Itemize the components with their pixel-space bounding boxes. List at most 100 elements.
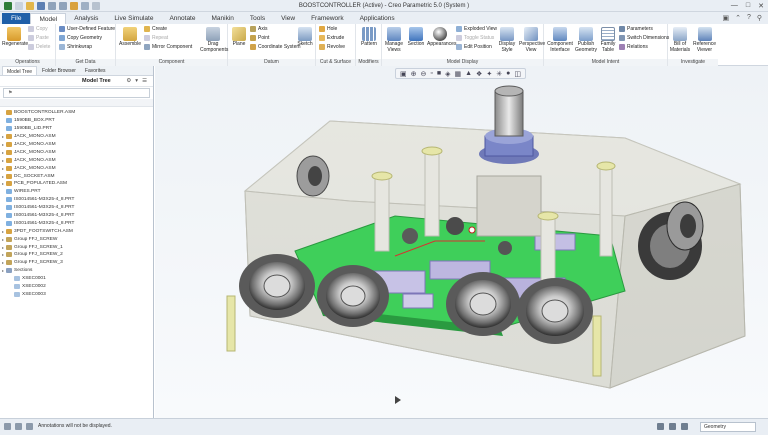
tree-item[interactable]: ▸ JACK_MONO.ASM — [0, 141, 153, 149]
component-interface-button[interactable]: Component Interface — [546, 27, 574, 53]
pattern-button[interactable]: Pattern — [358, 27, 380, 48]
selection-filter[interactable]: Geometry — [700, 422, 756, 432]
delete-button[interactable]: Delete — [28, 43, 50, 51]
tab-live-simulate[interactable]: Live Simulate — [106, 13, 161, 24]
group-label[interactable]: Modifiers — [356, 59, 381, 66]
tab-model[interactable]: Model — [30, 13, 67, 24]
tree-item[interactable]: IS0014561-M3X25-4_8.PRT — [0, 219, 153, 227]
bom-button[interactable]: Bill of Materials — [669, 27, 691, 53]
tree-item[interactable]: ▸ DC_SOCKET.ASM — [0, 172, 153, 180]
minimize-button[interactable]: — — [731, 2, 738, 10]
group-label[interactable]: Get Data — [56, 59, 115, 66]
tree-item[interactable]: IS0014561-M3X25-4_8.PRT — [0, 196, 153, 204]
tree-item[interactable]: XSEC0002 — [0, 283, 153, 291]
collapse-ribbon-icon[interactable]: ⌃ — [735, 14, 741, 22]
tree-item[interactable]: 1590BB_LID.PRT — [0, 125, 153, 133]
search-icon[interactable]: ⚲ — [757, 14, 762, 22]
appearances-button[interactable]: Appearances — [427, 27, 456, 48]
tree-item[interactable]: ▸ Group FFJ_SCREW_1 — [0, 243, 153, 251]
tab-file[interactable]: File — [2, 13, 31, 24]
group-label[interactable]: Model Intent — [544, 59, 667, 66]
parameters-button[interactable]: Parameters — [619, 25, 653, 33]
regenerate-button[interactable]: Regenerate — [2, 27, 28, 48]
tree-settings-icon[interactable]: ⚙ — [126, 78, 131, 84]
plane-button[interactable]: Plane — [230, 27, 248, 48]
view-toggle-icon[interactable]: ▣ — [722, 14, 729, 22]
tree-item[interactable]: ▸ JACK_MONO.ASM — [0, 133, 153, 141]
group-label[interactable]: Model Display — [382, 59, 543, 66]
close-button[interactable]: ✕ — [758, 2, 764, 10]
tree-item[interactable]: 1590BB_BOX.PRT — [0, 117, 153, 125]
tab-manikin[interactable]: Manikin — [203, 13, 241, 24]
perspective-view-button[interactable]: Perspective View — [519, 27, 545, 53]
tree-filter-icon[interactable]: ▾ — [135, 78, 138, 84]
tree-item[interactable]: ▸ JACK_MONO.ASM — [0, 164, 153, 172]
tree-item[interactable]: ▸ JACK_MONO.ASM — [0, 148, 153, 156]
tab-tools[interactable]: Tools — [242, 13, 273, 24]
assembly-model[interactable] — [155, 66, 768, 418]
group-label[interactable]: Cut & Surface — [316, 59, 355, 66]
tree-columns-icon[interactable]: ☰ — [142, 78, 147, 84]
family-table-button[interactable]: Family Table — [598, 27, 618, 53]
relations-button[interactable]: Relations — [619, 43, 648, 51]
tree-item[interactable]: ▸ Sections — [0, 267, 153, 275]
group-label[interactable]: Investigate — [668, 59, 718, 66]
udf-button[interactable]: User-Defined Feature — [59, 25, 115, 33]
tree-item[interactable]: WIRES.PRT — [0, 188, 153, 196]
tab-view[interactable]: View — [273, 13, 303, 24]
display-style-button[interactable]: Display Style — [496, 27, 518, 53]
paste-button[interactable]: Paste — [28, 34, 49, 42]
tree-root[interactable]: BOOSTCONTROLLER.ASM — [0, 109, 153, 117]
extrude-button[interactable]: Extrude — [319, 34, 344, 42]
regen-status-icon[interactable] — [669, 423, 676, 430]
hole-button[interactable]: Hole — [319, 25, 337, 33]
tab-model-tree[interactable]: Model Tree — [2, 66, 38, 75]
tab-folder-browser[interactable]: Folder Browser — [38, 66, 80, 75]
tree-item[interactable]: IS0014561-M3X25-4_8.PRT — [0, 212, 153, 220]
edit-position-button[interactable]: Edit Position — [456, 43, 492, 51]
tree-item[interactable]: ▸ Group FFJ_SCREW_3 — [0, 259, 153, 267]
tree-item[interactable]: ▸ PCB_POPULATED.ASM — [0, 180, 153, 188]
tree-item[interactable]: ▸ Group FFJ_SCREW — [0, 235, 153, 243]
selection-icon[interactable] — [681, 423, 688, 430]
shrinkwrap-button[interactable]: Shrinkwrap — [59, 43, 92, 51]
copy-button[interactable]: Copy — [28, 25, 48, 33]
point-button[interactable]: Point — [250, 34, 269, 42]
exploded-view-button[interactable]: Exploded View — [456, 25, 497, 33]
find-icon[interactable] — [657, 423, 664, 430]
graphics-window[interactable]: ▣ ⊕ ⊖ ▫ ■ ◈ ▦ ▲ ❖ ✦ ✳ ● ◫ — [155, 66, 768, 418]
toggle-navigator-icon[interactable] — [4, 423, 11, 430]
manage-views-button[interactable]: Manage Views — [384, 27, 404, 53]
csys-button[interactable]: Coordinate System — [250, 43, 301, 51]
tree-item[interactable]: ▸ 3PDT_FOOTSWITCH.ASM — [0, 227, 153, 235]
tree-item[interactable]: XSEC0003 — [0, 290, 153, 298]
toggle-status-button[interactable]: Toggle Status — [456, 34, 494, 42]
switch-dimensions-button[interactable]: Switch Dimensions — [619, 34, 669, 42]
tab-annotate[interactable]: Annotate — [161, 13, 203, 24]
help-icon[interactable]: ? — [747, 14, 751, 22]
reference-viewer-button[interactable]: Reference Viewer — [692, 27, 717, 53]
tree-item[interactable]: ▸ JACK_MONO.ASM — [0, 156, 153, 164]
drag-components-button[interactable]: Drag Components — [200, 27, 228, 53]
toggle-browser-icon[interactable] — [15, 423, 22, 430]
create-button[interactable]: Create — [144, 25, 167, 33]
tab-framework[interactable]: Framework — [303, 13, 352, 24]
mirror-component-button[interactable]: Mirror Component — [144, 43, 192, 51]
group-label[interactable]: Operations — [0, 59, 55, 66]
repeat-button[interactable]: Repeat — [144, 34, 168, 42]
tree-item[interactable]: XSEC0001 — [0, 275, 153, 283]
full-screen-icon[interactable] — [26, 423, 33, 430]
copy-geometry-button[interactable]: Copy Geometry — [59, 34, 102, 42]
tab-applications[interactable]: Applications — [352, 13, 403, 24]
tree-item[interactable]: ▸ Group FFJ_SCREW_2 — [0, 251, 153, 259]
assemble-button[interactable]: Assemble — [118, 27, 142, 48]
group-label[interactable]: Component — [116, 59, 227, 66]
sketch-button[interactable]: Sketch — [296, 27, 314, 48]
axis-button[interactable]: Axis — [250, 25, 267, 33]
maximize-button[interactable]: □ — [746, 2, 750, 10]
group-label[interactable]: Datum — [228, 59, 315, 66]
publish-geometry-button[interactable]: Publish Geometry — [574, 27, 598, 53]
tree-search-input[interactable]: ⚑ — [3, 88, 150, 98]
tree-item[interactable]: IS0014561-M3X25-4_8.PRT — [0, 204, 153, 212]
tab-favorites[interactable]: Favorites — [81, 66, 110, 75]
